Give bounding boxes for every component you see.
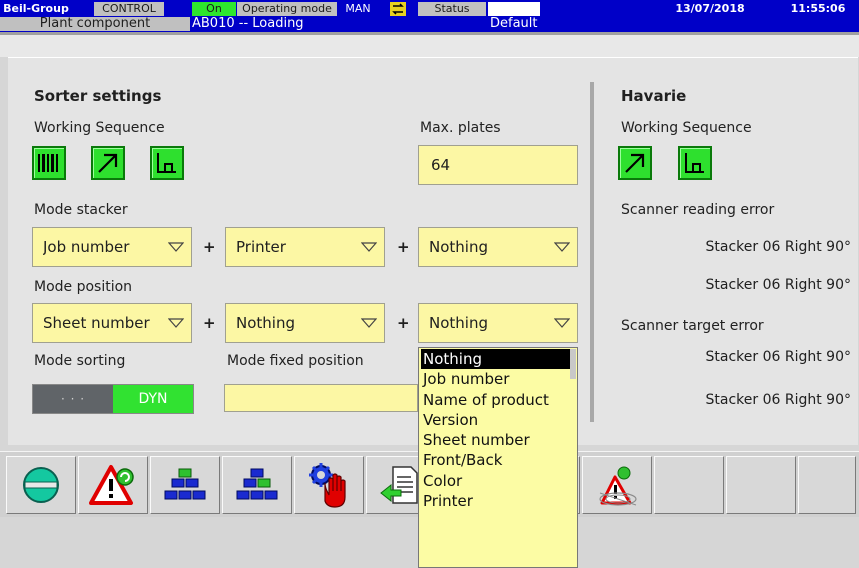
scanner-reading-value-2: Stacker 06 Right 90° [705,277,851,293]
mode-sorting-dyn[interactable]: DYN [113,385,193,413]
mode-sorting-toggle[interactable]: · · · DYN [32,384,194,414]
stack-blocks-icon [236,468,278,500]
stack-detail-button[interactable] [222,456,292,514]
gear-hand-icon [309,463,346,508]
havarie-step-button[interactable] [678,146,712,180]
dropdown-option[interactable]: Sheet number [419,430,577,450]
dropdown-option[interactable]: Nothing [421,349,575,370]
default-label: Default [490,16,538,31]
chevron-down-icon [547,318,577,328]
status-field [488,2,540,16]
operating-mode-value: MAN [345,2,371,15]
arrow-up-right-icon [98,153,118,173]
mode-switch-icon[interactable] [390,2,406,16]
spacer [0,35,859,57]
dropdown-option[interactable]: Version [419,410,577,430]
mode-position-value-3: Nothing [429,314,488,332]
max-plates-label: Max. plates [420,120,501,136]
mode-stacker-select-1[interactable]: Job number [32,227,192,267]
scanner-target-value-2: Stacker 06 Right 90° [705,392,851,408]
diagonal-sequence-button[interactable] [91,146,125,180]
dropdown-option[interactable]: Name of product [419,390,577,410]
status-label: Status [418,2,486,16]
home-button[interactable] [6,456,76,514]
stack-blocks-icon [164,468,206,500]
toolbar-slot-10[interactable] [654,456,724,514]
alarm-button[interactable] [582,456,652,514]
mode-position-value-2: Nothing [236,314,295,332]
chevron-down-icon [161,318,191,328]
plus-sign: + [203,314,216,332]
toolbar-slot-12[interactable] [798,456,856,514]
havarie-diagonal-button[interactable] [618,146,652,180]
step-icon [157,153,176,173]
plus-sign: + [203,238,216,256]
dropdown-option[interactable]: Front/Back [419,450,577,470]
mode-stacker-select-3[interactable]: Nothing [418,227,578,267]
step-icon [685,153,704,173]
sorter-settings-title: Sorter settings [34,87,162,105]
dropdown-option[interactable]: Job number [419,369,577,389]
max-plates-input[interactable]: 64 [418,145,578,185]
control-label: CONTROL [94,2,164,16]
mode-stacker-value-1: Job number [43,238,130,256]
operating-mode-label: Operating mode [237,2,337,16]
manual-operation-button[interactable] [294,456,364,514]
stack-overview-button[interactable] [150,456,220,514]
time-display: 11:55:06 [790,2,846,15]
havarie-title: Havarie [621,87,687,105]
scanner-target-error-label: Scanner target error [621,318,764,334]
warning-acknowledge-icon [89,465,134,505]
scanner-reading-error-label: Scanner reading error [621,202,775,218]
chevron-down-icon [354,318,384,328]
section-divider [590,82,594,422]
barcode-sequence-button[interactable] [32,146,66,180]
on-indicator: On [192,2,236,16]
mode-position-label: Mode position [34,279,133,295]
arrow-up-right-icon [625,153,645,173]
mode-stacker-label: Mode stacker [34,202,128,218]
plus-sign: + [397,314,410,332]
scanner-reading-value-1: Stacker 06 Right 90° [705,239,851,255]
mode-stacker-value-2: Printer [236,238,286,256]
top-status-bar: Beil-Group CONTROL On Operating mode MAN… [0,0,859,32]
scanner-target-value-1: Stacker 06 Right 90° [705,349,851,365]
mode-position-select-1[interactable]: Sheet number [32,303,192,343]
chevron-down-icon [547,242,577,252]
chevron-down-icon [354,242,384,252]
mode-position-select-2[interactable]: Nothing [225,303,385,343]
mode-stacker-select-2[interactable]: Printer [225,227,385,267]
document-import-icon [380,466,418,504]
mode-fixed-position-input[interactable] [224,384,418,412]
plant-component-value[interactable]: AB010 -- Loading [192,17,488,31]
barcode-icon [38,154,58,172]
home-icon [23,467,59,503]
working-sequence-label: Working Sequence [34,120,165,136]
mode-position-value-1: Sheet number [43,314,150,332]
mode-fixed-position-label: Mode fixed position [227,353,364,369]
mode-stacker-value-3: Nothing [429,238,488,256]
dropdown-option[interactable]: Printer [419,491,577,511]
dropdown-list[interactable]: Nothing Job number Name of product Versi… [418,347,578,568]
dropdown-option[interactable]: Color [419,471,577,491]
plant-component-label: Plant component [0,17,190,31]
toolbar-slot-11[interactable] [726,456,796,514]
scanner-graphic-icon [599,492,637,506]
dropdown-scrollbar[interactable] [570,349,576,379]
mode-position-select-3[interactable]: Nothing [418,303,578,343]
chevron-down-icon [161,242,191,252]
mode-sorting-off[interactable]: · · · [33,385,113,413]
plus-sign: + [397,238,410,256]
step-sequence-button[interactable] [150,146,184,180]
date-display: 13/07/2018 [675,2,745,15]
mode-sorting-label: Mode sorting [34,353,126,369]
brand-label: Beil-Group [3,2,69,15]
havarie-working-sequence-label: Working Sequence [621,120,752,136]
acknowledge-alarm-button[interactable] [78,456,148,514]
